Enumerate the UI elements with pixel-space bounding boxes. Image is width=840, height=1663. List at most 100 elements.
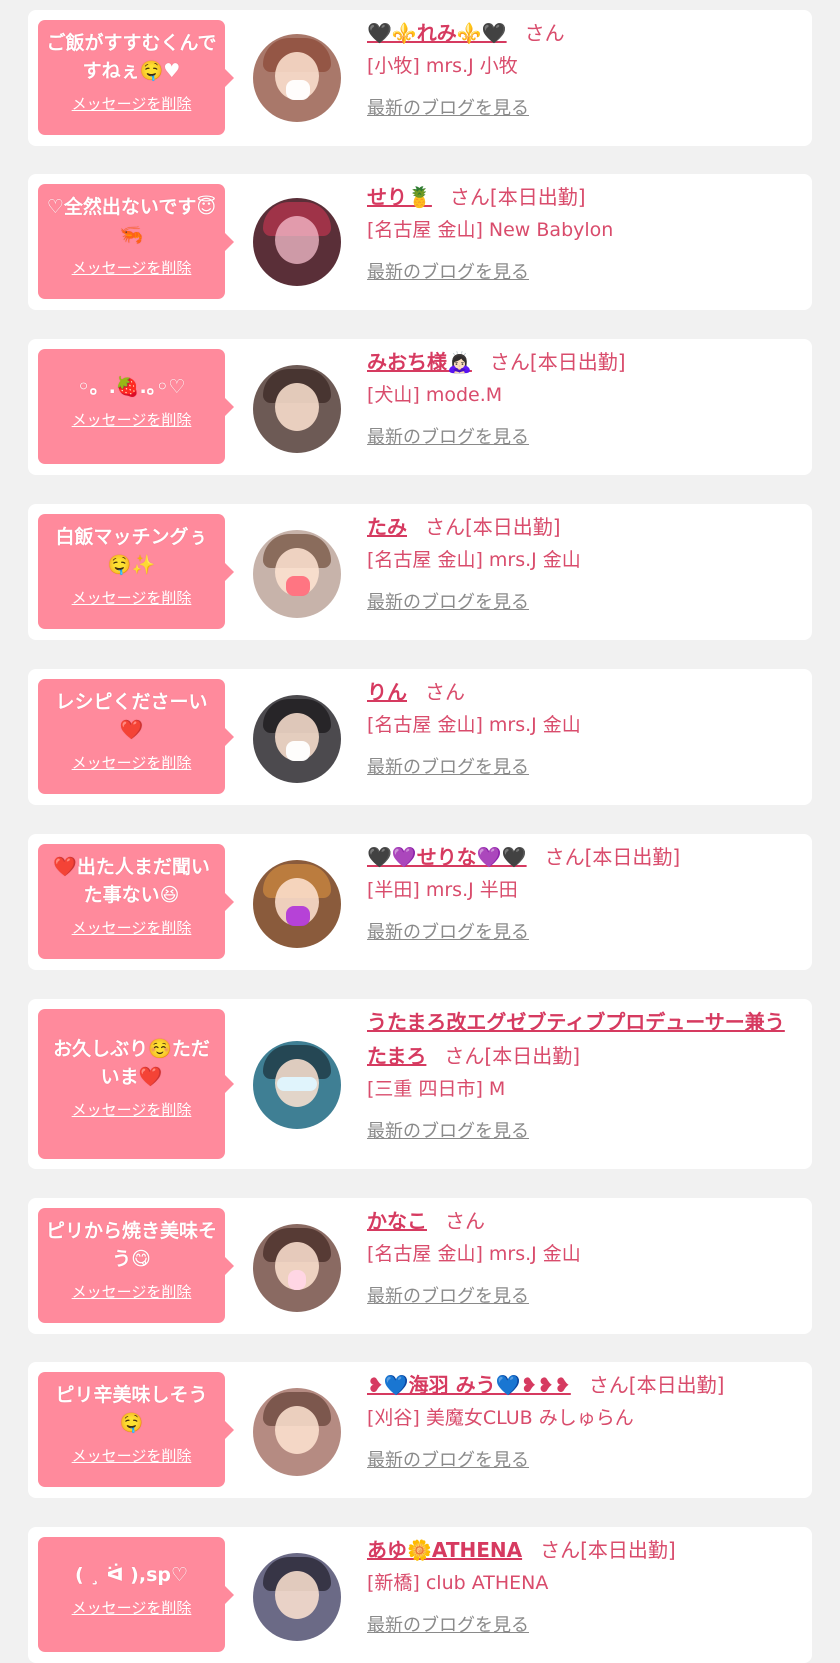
profile-info: うたまろ改エグゼブティブプロデューサー兼うたまろ さん[本日出勤] [三重 四日市… (367, 1005, 798, 1143)
name-line: うたまろ改エグゼブティブプロデューサー兼うたまろ さん[本日出勤] (367, 1005, 798, 1073)
profile-info: せり🍍 さん[本日出勤] [名古屋 金山] New Babylon 最新のブログを… (367, 180, 798, 284)
avatar[interactable] (253, 198, 341, 286)
message-text: ❤️出た人まだ聞いた事ない😆 (53, 856, 210, 906)
heart-sticker-icon (286, 80, 310, 100)
shop-name: [刈谷] 美魔女CLUB みしゅらん (367, 1407, 634, 1429)
delete-message-link[interactable]: メッセージを削除 (44, 1099, 219, 1120)
profile-info: あゆ🌼ATHENA さん[本日出勤] [新橋] club ATHENA 最新のブロ… (367, 1533, 798, 1637)
heart-sticker-icon (286, 906, 310, 926)
honorific-status: さん (425, 680, 465, 704)
avatar[interactable] (253, 1224, 341, 1312)
message-bubble: ご飯がすすむくんですねぇ🤤♥ メッセージを削除 (38, 20, 234, 135)
message-bubble: ピリから焼き美味そう😋 メッセージを削除 (38, 1208, 234, 1323)
shop-name: [三重 四日市] M (367, 1078, 506, 1100)
message-text: お久しぶり☺️ただいま❤️ (53, 1038, 210, 1088)
message-card: ピリ辛美味しそう🤤 メッセージを削除 ❥💙海羽 みう💙❥❥❥ さん[本日出勤] [… (28, 1362, 812, 1498)
shop-name: [半田] mrs.J 半田 (367, 879, 518, 901)
avatar[interactable] (253, 34, 341, 122)
message-text: ピリから焼き美味そう😋 (45, 1220, 217, 1270)
message-bubble: ❤️出た人まだ聞いた事ない😆 メッセージを削除 (38, 844, 234, 959)
message-list: ご飯がすすむくんですねぇ🤤♥ メッセージを削除 🖤⚜️れみ⚜️🖤 さん [小牧] … (0, 0, 840, 1663)
message-card: 白飯マッチングぅ🤤✨ メッセージを削除 たみ さん[本日出勤] [名古屋 金山] … (28, 504, 812, 640)
name-line: みおち様🙇🏻‍♀️ さん[本日出勤] (367, 345, 798, 379)
mask-sticker-icon (286, 741, 310, 761)
avatar[interactable] (253, 695, 341, 783)
profile-info: 🖤💜せりな💜🖤 さん[本日出勤] [半田] mrs.J 半田 最新のブログを見る (367, 840, 798, 944)
strawberry-sticker-icon (286, 576, 310, 596)
profile-name-link[interactable]: みおち様🙇🏻‍♀️ (367, 350, 472, 374)
profile-info: かなこ さん [名古屋 金山] mrs.J 金山 最新のブログを見る (367, 1204, 798, 1308)
avatar-face (275, 1406, 319, 1454)
latest-blog-link[interactable]: 最新のブログを見る (367, 753, 529, 779)
latest-blog-link[interactable]: 最新のブログを見る (367, 588, 529, 614)
avatar-face (275, 1571, 319, 1619)
latest-blog-link[interactable]: 最新のブログを見る (367, 1282, 529, 1308)
latest-blog-link[interactable]: 最新のブログを見る (367, 94, 529, 120)
message-card: お久しぶり☺️ただいま❤️ メッセージを削除 うたまろ改エグゼブティブプロデュー… (28, 999, 812, 1169)
profile-info: 🖤⚜️れみ⚜️🖤 さん [小牧] mrs.J 小牧 最新のブログを見る (367, 16, 798, 120)
profile-name-link[interactable]: たみ (367, 515, 407, 539)
profile-name-link[interactable]: あゆ🌼ATHENA (367, 1538, 522, 1562)
avatar[interactable] (253, 1041, 341, 1129)
latest-blog-link[interactable]: 最新のブログを見る (367, 918, 529, 944)
message-card: ピリから焼き美味そう😋 メッセージを削除 かなこ さん [名古屋 金山] mrs.… (28, 1198, 812, 1334)
name-line: たみ さん[本日出勤] (367, 510, 798, 544)
delete-message-link[interactable]: メッセージを削除 (44, 1597, 219, 1618)
latest-blog-link[interactable]: 最新のブログを見る (367, 423, 529, 449)
shop-name: [犬山] mode.M (367, 384, 503, 406)
shop-name: [名古屋 金山] mrs.J 金山 (367, 1243, 581, 1265)
honorific-status: さん (524, 21, 565, 45)
delete-message-link[interactable]: メッセージを削除 (44, 409, 219, 430)
latest-blog-link[interactable]: 最新のブログを見る (367, 1117, 529, 1143)
profile-info: みおち様🙇🏻‍♀️ さん[本日出勤] [犬山] mode.M 最新のブログを見る (367, 345, 798, 449)
profile-name-link[interactable]: せり🍍 (367, 185, 432, 209)
message-card: ご飯がすすむくんですねぇ🤤♥ メッセージを削除 🖤⚜️れみ⚜️🖤 さん [小牧] … (28, 10, 812, 146)
message-card: ◦。.🍓.｡◦♡ メッセージを削除 みおち様🙇🏻‍♀️ さん[本日出勤] [犬山]… (28, 339, 812, 475)
shop-name: [名古屋 金山] mrs.J 金山 (367, 549, 581, 571)
profile-name-link[interactable]: りん (367, 680, 407, 704)
message-text: ◦。.🍓.｡◦♡ (77, 376, 186, 398)
delete-message-link[interactable]: メッセージを削除 (44, 1445, 219, 1466)
latest-blog-link[interactable]: 最新のブログを見る (367, 1611, 529, 1637)
honorific-status: さん[本日出勤] (425, 515, 561, 539)
profile-name-link[interactable]: ❥💙海羽 みう💙❥❥❥ (367, 1373, 571, 1397)
latest-blog-link[interactable]: 最新のブログを見る (367, 1446, 529, 1472)
message-bubble: ♡全然出ないです😇🦐 メッセージを削除 (38, 184, 234, 299)
delete-message-link[interactable]: メッセージを削除 (44, 257, 219, 278)
delete-message-link[interactable]: メッセージを削除 (44, 93, 219, 114)
latest-blog-link[interactable]: 最新のブログを見る (367, 258, 529, 284)
profile-info: りん さん [名古屋 金山] mrs.J 金山 最新のブログを見る (367, 675, 798, 779)
profile-name-link[interactable]: 🖤⚜️れみ⚜️🖤 (367, 21, 507, 45)
shop-name: [名古屋 金山] New Babylon (367, 219, 614, 241)
delete-message-link[interactable]: メッセージを削除 (44, 587, 219, 608)
honorific-status: さん[本日出勤] (444, 1044, 581, 1068)
delete-message-link[interactable]: メッセージを削除 (44, 1281, 219, 1302)
delete-message-link[interactable]: メッセージを削除 (44, 752, 219, 773)
message-card: レシピくださーい❤️ メッセージを削除 りん さん [名古屋 金山] mrs.J … (28, 669, 812, 805)
profile-info: ❥💙海羽 みう💙❥❥❥ さん[本日出勤] [刈谷] 美魔女CLUB みしゅらん 最… (367, 1368, 798, 1472)
avatar-face (275, 216, 319, 264)
avatar[interactable] (253, 860, 341, 948)
name-line: せり🍍 さん[本日出勤] (367, 180, 798, 214)
message-bubble: 白飯マッチングぅ🤤✨ メッセージを削除 (38, 514, 234, 629)
name-line: あゆ🌼ATHENA さん[本日出勤] (367, 1533, 798, 1567)
profile-info: たみ さん[本日出勤] [名古屋 金山] mrs.J 金山 最新のブログを見る (367, 510, 798, 614)
name-line: りん さん (367, 675, 798, 709)
avatar[interactable] (253, 530, 341, 618)
shop-name: [新橋] club ATHENA (367, 1572, 549, 1594)
message-bubble: ピリ辛美味しそう🤤 メッセージを削除 (38, 1372, 234, 1487)
message-text: ご飯がすすむくんですねぇ🤤♥ (46, 32, 217, 82)
profile-name-link[interactable]: かなこ (367, 1209, 427, 1233)
message-text: ピリ辛美味しそう🤤 (55, 1384, 208, 1434)
message-card: ❤️出た人まだ聞いた事ない😆 メッセージを削除 🖤💜せりな💜🖤 さん[本日出勤] … (28, 834, 812, 970)
avatar[interactable] (253, 1553, 341, 1641)
nose-sticker-icon (288, 1270, 306, 1290)
avatar[interactable] (253, 365, 341, 453)
honorific-status: さん[本日出勤] (540, 1538, 676, 1562)
avatar[interactable] (253, 1388, 341, 1476)
delete-message-link[interactable]: メッセージを削除 (44, 917, 219, 938)
message-bubble: レシピくださーい❤️ メッセージを削除 (38, 679, 234, 794)
profile-name-link[interactable]: 🖤💜せりな💜🖤 (367, 845, 527, 869)
honorific-status: さん (445, 1209, 485, 1233)
message-bubble: ◦。.🍓.｡◦♡ メッセージを削除 (38, 349, 234, 464)
